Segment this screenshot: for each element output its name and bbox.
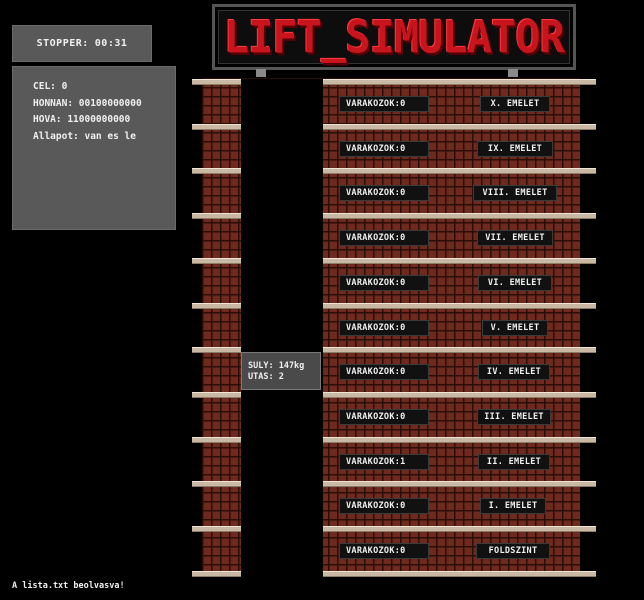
floor-name: II. EMELET	[478, 454, 550, 470]
title-sign: LIFT_SIMULATOR	[212, 4, 576, 70]
floor-name: X. EMELET	[480, 96, 550, 112]
floor-waiting-count: VARAKOZOK:0	[339, 498, 429, 514]
floor-waiting-count: VARAKOZOK:0	[339, 320, 429, 336]
floor-ledge	[192, 258, 596, 264]
floor-ledge	[192, 526, 596, 532]
stopper-label: STOPPER:	[36, 38, 89, 49]
status-message: A lista.txt beolvasva!	[12, 581, 125, 591]
floor-ledge	[192, 392, 596, 398]
floor-name: VI. EMELET	[478, 275, 552, 291]
floor-waiting-count: VARAKOZOK:0	[339, 185, 429, 201]
floor-waiting-count: VARAKOZOK:0	[339, 230, 429, 246]
hova-text: HOVA: 11000000000	[33, 114, 131, 125]
cabin-passengers: UTAS: 2	[248, 372, 284, 382]
stopper-time: 00:31	[94, 38, 128, 49]
floor-ledge	[192, 481, 596, 487]
floor-waiting-count: VARAKOZOK:0	[339, 543, 429, 559]
sign-leg	[508, 69, 518, 77]
floor-ledge	[192, 571, 596, 577]
floor-name: VIII. EMELET	[473, 185, 557, 201]
floor-name: III. EMELET	[477, 409, 551, 425]
floor-name: V. EMELET	[482, 320, 548, 336]
floor-waiting-count: VARAKOZOK:0	[339, 96, 429, 112]
cabin-weight: SULY: 147kg	[248, 361, 305, 371]
sign-leg	[256, 69, 266, 77]
cel-text: CEL: 0	[33, 81, 68, 92]
floor-ledge	[192, 303, 596, 309]
floor-waiting-count: VARAKOZOK:0	[339, 141, 429, 157]
floor-ledge	[192, 124, 596, 130]
game-title: LIFT_SIMULATOR	[223, 11, 565, 63]
floor-waiting-count: VARAKOZOK:0	[339, 275, 429, 291]
floor-waiting-count: VARAKOZOK:0	[339, 364, 429, 380]
floor-ledge	[192, 79, 596, 85]
floor-name: IX. EMELET	[477, 141, 553, 157]
floor-ledge	[192, 437, 596, 443]
floor-name: VII. EMELET	[477, 230, 553, 246]
honnan-text: HONNAN: 00100000000	[33, 97, 142, 109]
floor-waiting-count: VARAKOZOK:0	[339, 409, 429, 425]
floor-name: IV. EMELET	[478, 364, 550, 380]
elevator-cabin: SULY: 147kg UTAS: 2	[241, 352, 321, 390]
elevator-shaft	[241, 84, 323, 572]
info-panel: CEL: 0 HONNAN: 00100000000 HOVA: 1100000…	[12, 66, 176, 230]
allapot-text: Allapot: van es le	[33, 130, 136, 142]
floor-waiting-count: VARAKOZOK:1	[339, 454, 429, 470]
floor-ledge	[192, 168, 596, 174]
floor-ledge	[192, 213, 596, 219]
floor-name: FOLDSZINT	[476, 543, 550, 559]
stopper-panel: STOPPER: 00:31	[12, 25, 152, 62]
floor-name: I. EMELET	[480, 498, 546, 514]
